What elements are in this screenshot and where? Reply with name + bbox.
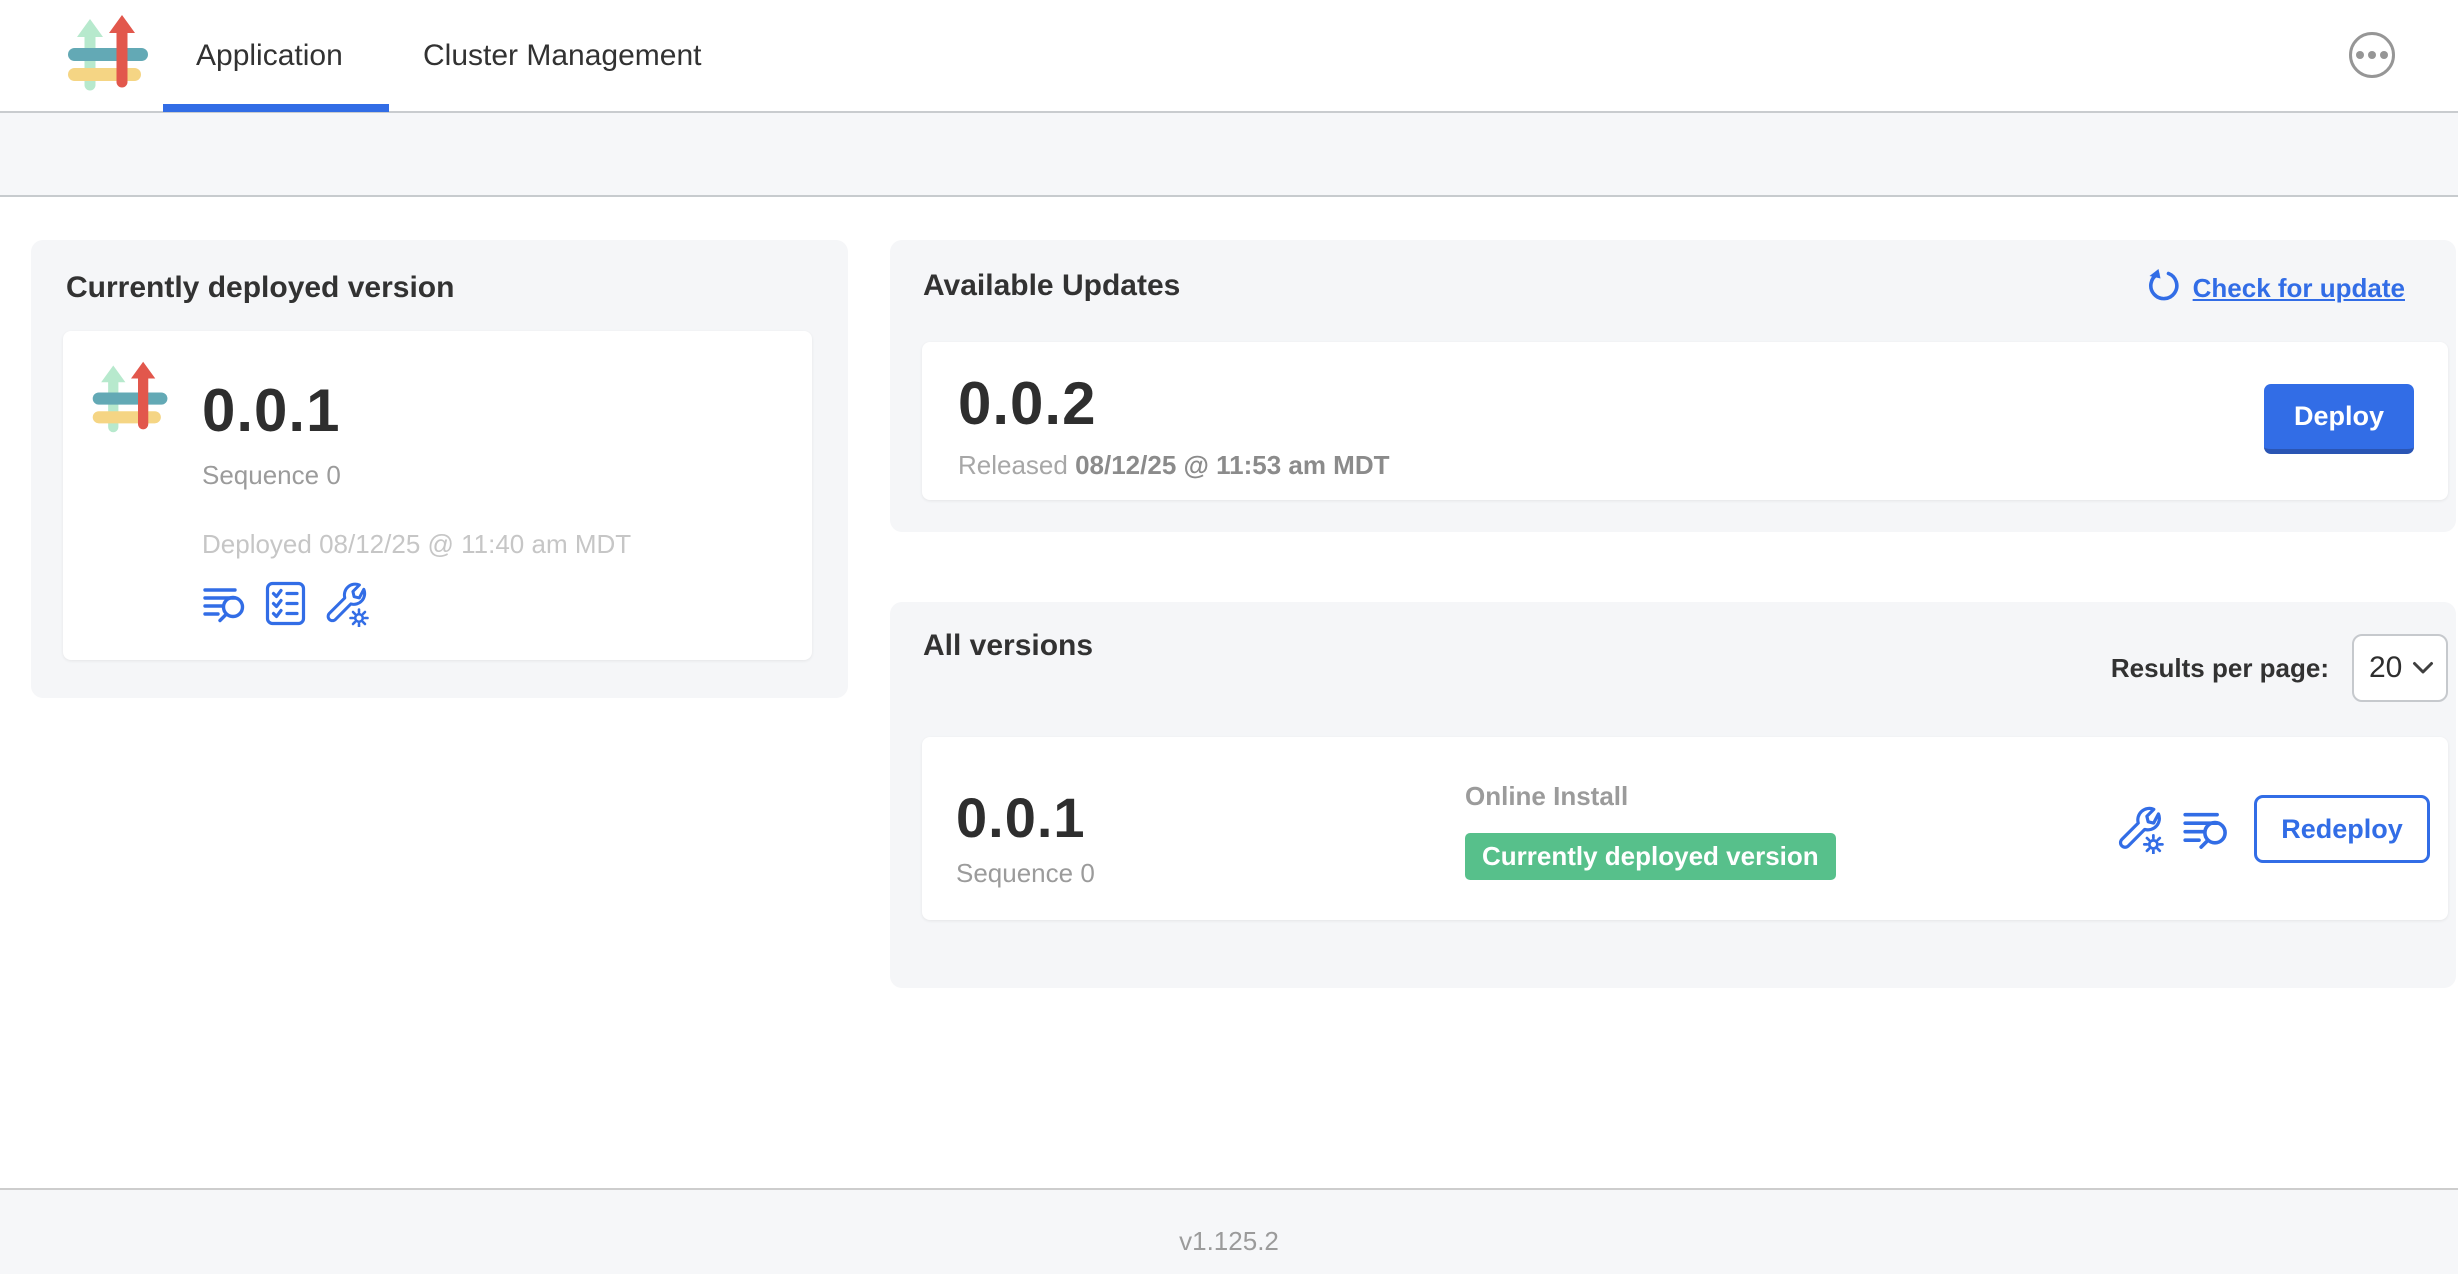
deployed-card-title: Currently deployed version [66,272,454,304]
install-type-label: Online Install [1465,783,1836,810]
check-for-update-link[interactable]: Check for update [2144,268,2405,308]
available-updates-title: Available Updates [923,270,1180,302]
release-notes-icon[interactable] [2182,804,2232,854]
currently-deployed-card: Currently deployed version 0.0.1 Sequenc… [31,240,848,698]
console-footer: v1.125.2 [0,1188,2458,1274]
chevron-down-icon [2412,661,2434,676]
results-per-page-select[interactable]: 20 [2352,634,2448,702]
deployed-version-panel: 0.0.1 Sequence 0 Deployed 08/12/25 @ 11:… [63,331,812,660]
active-nav-underline [163,104,389,112]
row-install-info: Online Install Currently deployed versio… [1465,783,1836,880]
update-released-timestamp: Released 08/12/25 @ 11:53 am MDT [958,452,1390,479]
top-navbar: Application Cluster Management [0,0,2458,113]
row-sequence: Sequence 0 [956,860,1095,887]
nav-tab-application[interactable]: Application [196,40,343,72]
redeploy-button[interactable]: Redeploy [2254,795,2430,863]
available-updates-card: Available Updates Check for update 0.0.2… [890,240,2456,532]
row-actions: Redeploy [2114,795,2430,863]
results-per-page-value: 20 [2369,651,2402,685]
version-row: 0.0.1 Sequence 0 Online Install Currentl… [922,737,2448,920]
deploy-button[interactable]: Deploy [2264,384,2414,454]
app-subnav [0,113,2458,197]
ellipsis-icon [2356,51,2364,59]
deployed-action-icons [202,580,369,627]
app-logo-icon [64,14,154,98]
results-per-page-label: Results per page: [2111,654,2329,682]
release-notes-icon[interactable] [202,580,249,627]
check-for-update-label: Check for update [2193,268,2405,308]
app-logo-icon [89,356,173,444]
deployed-sequence: Sequence 0 [202,462,341,489]
update-row: 0.0.2 Released 08/12/25 @ 11:53 am MDT D… [922,342,2448,500]
kots-admin-console: Application Cluster Management Dashboard… [0,0,2458,1274]
preflight-checks-icon[interactable] [262,580,309,627]
more-menu-button[interactable] [2349,32,2395,78]
row-version-number: 0.0.1 [956,789,1086,846]
all-versions-title: All versions [923,630,1093,662]
console-version: v1.125.2 [1179,1226,1279,1257]
nav-tab-cluster-management[interactable]: Cluster Management [423,40,701,72]
deployed-timestamp: Deployed 08/12/25 @ 11:40 am MDT [202,531,631,558]
currently-deployed-badge: Currently deployed version [1465,833,1836,880]
deployed-version-number: 0.0.1 [202,381,340,441]
refresh-icon [2144,269,2182,307]
edit-config-icon[interactable] [2114,804,2164,854]
all-versions-card: All versions Results per page: 20 0.0.1 … [890,602,2456,988]
update-version-number: 0.0.2 [958,374,1096,434]
edit-config-icon[interactable] [322,580,369,627]
